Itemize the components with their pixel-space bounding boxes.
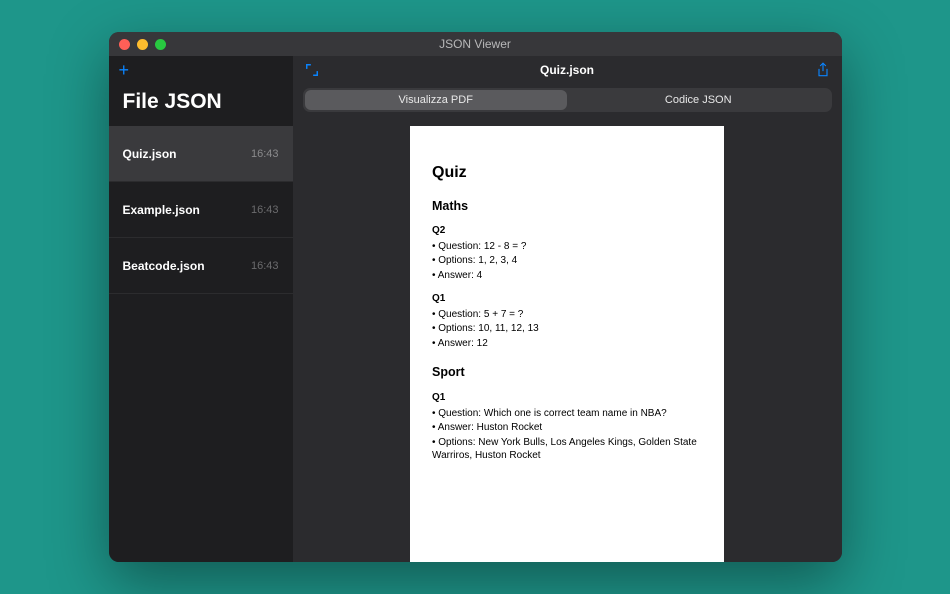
doc-item-label: Q1 — [432, 292, 702, 306]
expand-icon[interactable] — [305, 63, 319, 77]
doc-item-label: Q1 — [432, 391, 702, 405]
sidebar-toolbar: + — [109, 56, 293, 84]
document-title: Quiz.json — [293, 63, 842, 77]
doc-item-label: Q2 — [432, 224, 702, 238]
close-button[interactable] — [119, 39, 130, 50]
doc-section-maths: Maths Q2 • Question: 12 - 8 = ? • Option… — [432, 198, 702, 351]
sidebar-title: File JSON — [109, 84, 293, 126]
doc-line: • Options: 1, 2, 3, 4 — [432, 254, 702, 268]
doc-subheading: Maths — [432, 198, 702, 215]
traffic-lights — [109, 39, 166, 50]
file-time: 16:43 — [251, 148, 279, 160]
main-header: Quiz.json — [293, 56, 842, 84]
tab-json-code[interactable]: Codice JSON — [567, 90, 830, 110]
file-name: Beatcode.json — [123, 259, 205, 273]
doc-section-sport: Sport Q1 • Question: Which one is correc… — [432, 364, 702, 462]
doc-subheading: Sport — [432, 364, 702, 381]
doc-block: Q1 • Question: 5 + 7 = ? • Options: 10, … — [432, 292, 702, 350]
doc-block: Q2 • Question: 12 - 8 = ? • Options: 1, … — [432, 224, 702, 282]
maximize-button[interactable] — [155, 39, 166, 50]
doc-line: • Question: 5 + 7 = ? — [432, 308, 702, 322]
tab-pdf-view[interactable]: Visualizza PDF — [305, 90, 568, 110]
document-page: Quiz Maths Q2 • Question: 12 - 8 = ? • O… — [410, 126, 724, 562]
doc-block: Q1 • Question: Which one is correct team… — [432, 391, 702, 463]
main-panel: Quiz.json Visualizza PDF Codice JSON Qui… — [293, 56, 842, 562]
share-icon[interactable] — [816, 62, 830, 78]
doc-heading: Quiz — [432, 162, 702, 184]
doc-line: • Answer: 4 — [432, 269, 702, 283]
document-container[interactable]: Quiz Maths Q2 • Question: 12 - 8 = ? • O… — [293, 120, 842, 562]
titlebar: JSON Viewer — [109, 32, 842, 56]
content-area: + File JSON Quiz.json 16:43 Example.json… — [109, 56, 842, 562]
file-item-beatcode[interactable]: Beatcode.json 16:43 — [109, 238, 293, 294]
sidebar: + File JSON Quiz.json 16:43 Example.json… — [109, 56, 293, 562]
file-item-quiz[interactable]: Quiz.json 16:43 — [109, 126, 293, 182]
file-time: 16:43 — [251, 260, 279, 272]
doc-line: • Question: 12 - 8 = ? — [432, 240, 702, 254]
file-name: Example.json — [123, 203, 200, 217]
app-window: JSON Viewer + File JSON Quiz.json 16:43 … — [109, 32, 842, 562]
file-name: Quiz.json — [123, 147, 177, 161]
file-item-example[interactable]: Example.json 16:43 — [109, 182, 293, 238]
doc-line: • Answer: 12 — [432, 337, 702, 351]
file-list: Quiz.json 16:43 Example.json 16:43 Beatc… — [109, 126, 293, 294]
view-tabs: Visualizza PDF Codice JSON — [303, 88, 832, 112]
file-time: 16:43 — [251, 204, 279, 216]
add-file-button[interactable]: + — [119, 61, 130, 79]
minimize-button[interactable] — [137, 39, 148, 50]
doc-line: • Answer: Huston Rocket — [432, 421, 702, 435]
doc-line: • Question: Which one is correct team na… — [432, 407, 702, 421]
doc-line: • Options: New York Bulls, Los Angeles K… — [432, 436, 702, 463]
doc-line: • Options: 10, 11, 12, 13 — [432, 322, 702, 336]
window-title: JSON Viewer — [109, 37, 842, 51]
